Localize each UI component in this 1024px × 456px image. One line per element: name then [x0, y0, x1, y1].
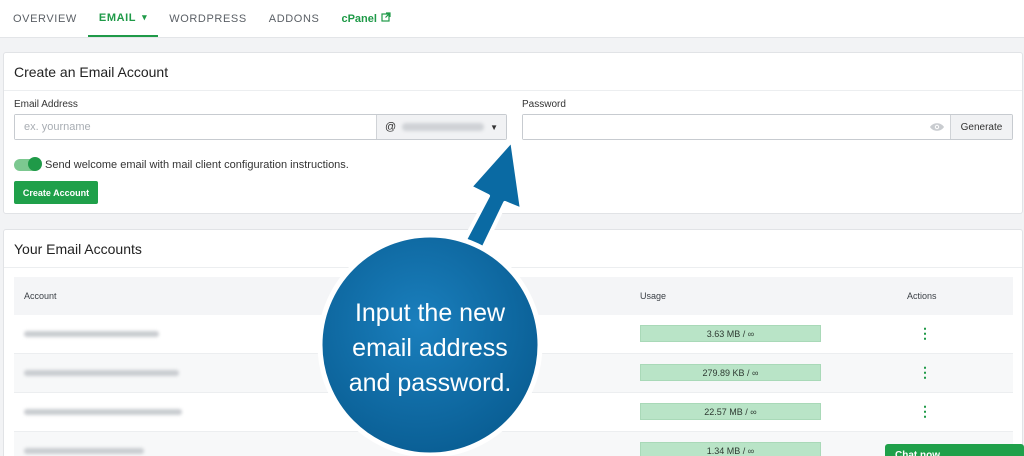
chat-button[interactable]: Chat now: [885, 444, 1024, 456]
usage-bar: 22.57 MB / ∞: [640, 403, 821, 420]
caret-down-icon: ▾: [142, 12, 148, 22]
account-email-blurred: [24, 370, 179, 376]
usage-bar: 1.34 MB / ∞: [640, 442, 821, 456]
welcome-email-label: Send welcome email with mail client conf…: [45, 159, 349, 171]
eye-icon[interactable]: [924, 115, 950, 139]
toggle-knob: [28, 157, 42, 171]
password-group: Generate: [522, 114, 1013, 140]
column-actions: Actions: [907, 291, 937, 301]
usage-bar: 279.89 KB / ∞: [640, 364, 821, 381]
more-actions-icon[interactable]: ⋮: [918, 404, 932, 418]
table-row: 1.34 MB / ∞: [14, 432, 1013, 456]
tab-cpanel[interactable]: cPanel: [341, 0, 391, 37]
account-email-blurred: [24, 331, 159, 337]
accounts-card-title: Your Email Accounts: [4, 230, 1022, 268]
welcome-email-row: Send welcome email with mail client conf…: [14, 157, 349, 171]
domain-value-blurred: [402, 123, 485, 131]
more-actions-icon[interactable]: ⋮: [918, 365, 932, 379]
email-address-label: Email Address: [14, 99, 78, 110]
more-actions-icon[interactable]: ⋮: [918, 326, 932, 340]
welcome-email-toggle[interactable]: [14, 157, 42, 171]
tab-addons[interactable]: ADDONS: [269, 0, 320, 37]
password-input[interactable]: [523, 115, 924, 139]
generate-button[interactable]: Generate: [950, 115, 1012, 139]
usage-bar: 3.63 MB / ∞: [640, 325, 821, 342]
annotation-text: Input the new email address and password…: [348, 299, 512, 397]
email-address-group: @ ▼: [14, 114, 507, 140]
column-account: Account: [24, 291, 57, 301]
column-usage: Usage: [640, 291, 667, 301]
account-email-blurred: [24, 409, 182, 415]
create-card-title: Create an Email Account: [4, 53, 1022, 91]
top-nav: OVERVIEW EMAIL ▾ WORDPRESS ADDONS cPanel: [0, 0, 1024, 38]
account-email-blurred: [24, 448, 144, 454]
domain-select[interactable]: @ ▼: [376, 115, 506, 139]
tab-wordpress[interactable]: WORDPRESS: [169, 0, 247, 37]
at-sign: @: [385, 121, 397, 133]
email-address-input[interactable]: [15, 115, 376, 139]
tab-email[interactable]: EMAIL ▾: [87, 0, 159, 37]
tab-overview[interactable]: OVERVIEW: [13, 0, 77, 37]
create-account-button[interactable]: Create Account: [14, 181, 98, 204]
caret-down-icon: ▼: [490, 122, 498, 132]
create-email-card: Create an Email Account Email Address @ …: [3, 52, 1023, 214]
external-link-icon: [381, 12, 391, 25]
password-label: Password: [522, 99, 566, 110]
